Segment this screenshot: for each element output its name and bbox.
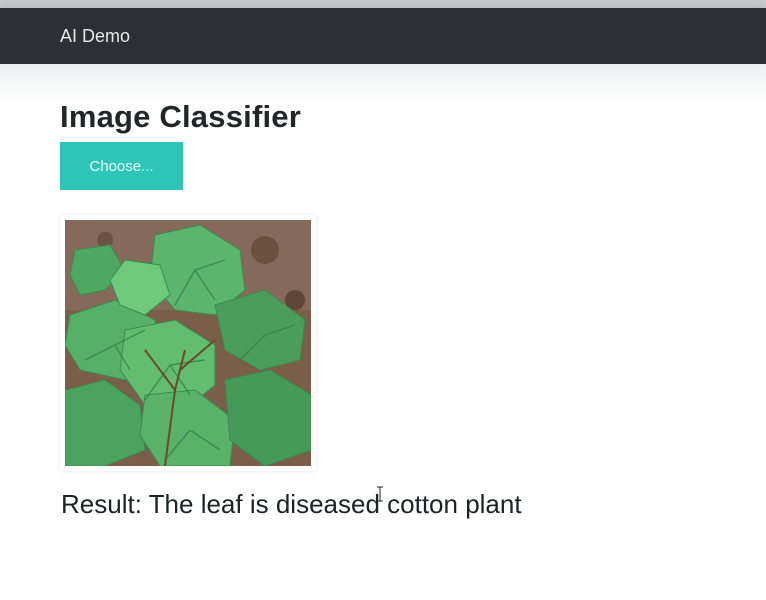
result-text: Result: The leaf is diseased cotton plan… [61,489,522,519]
navbar: AI Demo [0,8,766,64]
browser-top-edge [0,0,766,8]
image-preview [60,215,316,471]
cotton-leaf-image [65,220,311,466]
navbar-brand[interactable]: AI Demo [60,25,130,47]
page-title: Image Classifier [60,99,301,134]
text-cursor-icon [377,486,383,502]
choose-file-button[interactable]: Choose... [60,142,183,190]
